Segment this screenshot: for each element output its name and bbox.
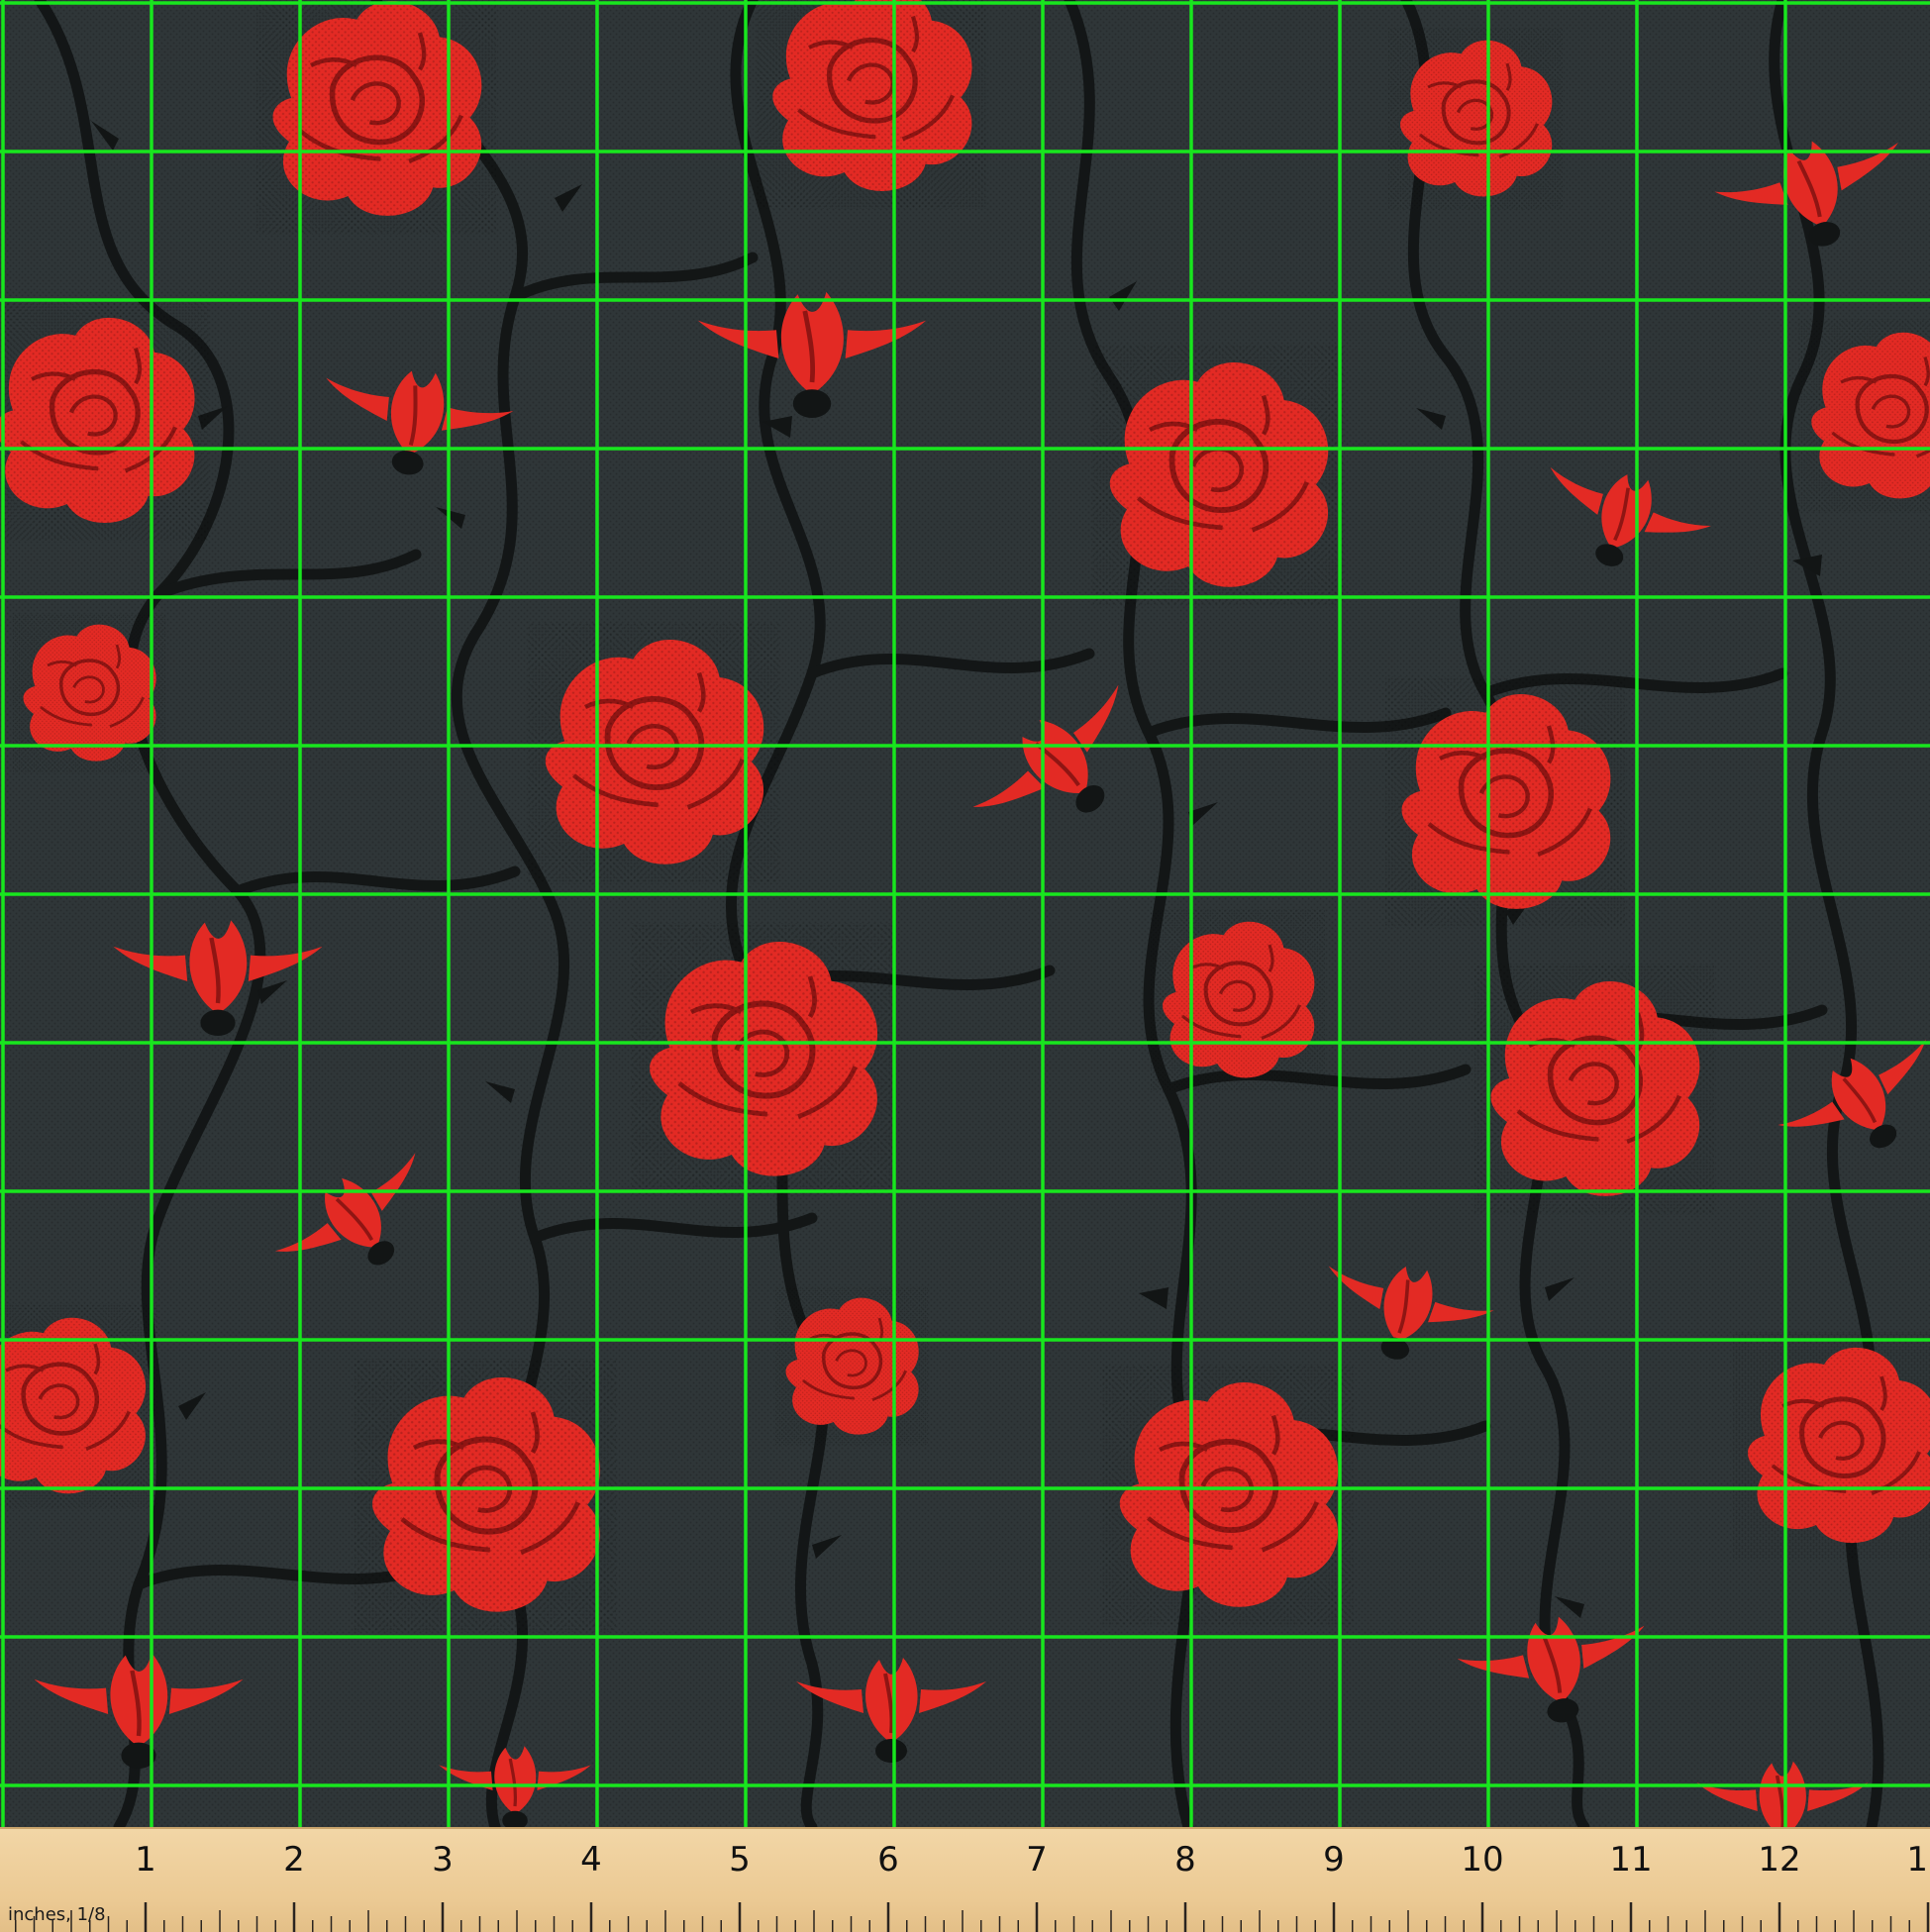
inch-ruler: 12345678910111213 inches, 1/8 bbox=[0, 1827, 1930, 1932]
fabric-pattern bbox=[0, 0, 1930, 1827]
ruler-inch-number: 13 bbox=[1906, 1840, 1930, 1880]
ruler-inch-number: 2 bbox=[283, 1840, 305, 1880]
ruler-inch-number: 8 bbox=[1174, 1840, 1196, 1880]
ruler-inch-number: 3 bbox=[432, 1840, 454, 1880]
ruler-inch-number: 1 bbox=[135, 1840, 156, 1880]
fabric-svg bbox=[0, 0, 1930, 1827]
ruler-inch-number: 6 bbox=[877, 1840, 899, 1880]
ruler-inch-number: 10 bbox=[1461, 1840, 1504, 1880]
ruler-inch-number: 12 bbox=[1758, 1840, 1801, 1880]
ruler-inch-number: 9 bbox=[1323, 1840, 1345, 1880]
ruler-inch-number: 5 bbox=[729, 1840, 751, 1880]
ruler-inch-number: 7 bbox=[1026, 1840, 1048, 1880]
ruler-unit-label: inches, 1/8 bbox=[8, 1904, 106, 1925]
ruler-inch-number: 4 bbox=[580, 1840, 602, 1880]
ruler-inch-number: 11 bbox=[1609, 1840, 1653, 1880]
